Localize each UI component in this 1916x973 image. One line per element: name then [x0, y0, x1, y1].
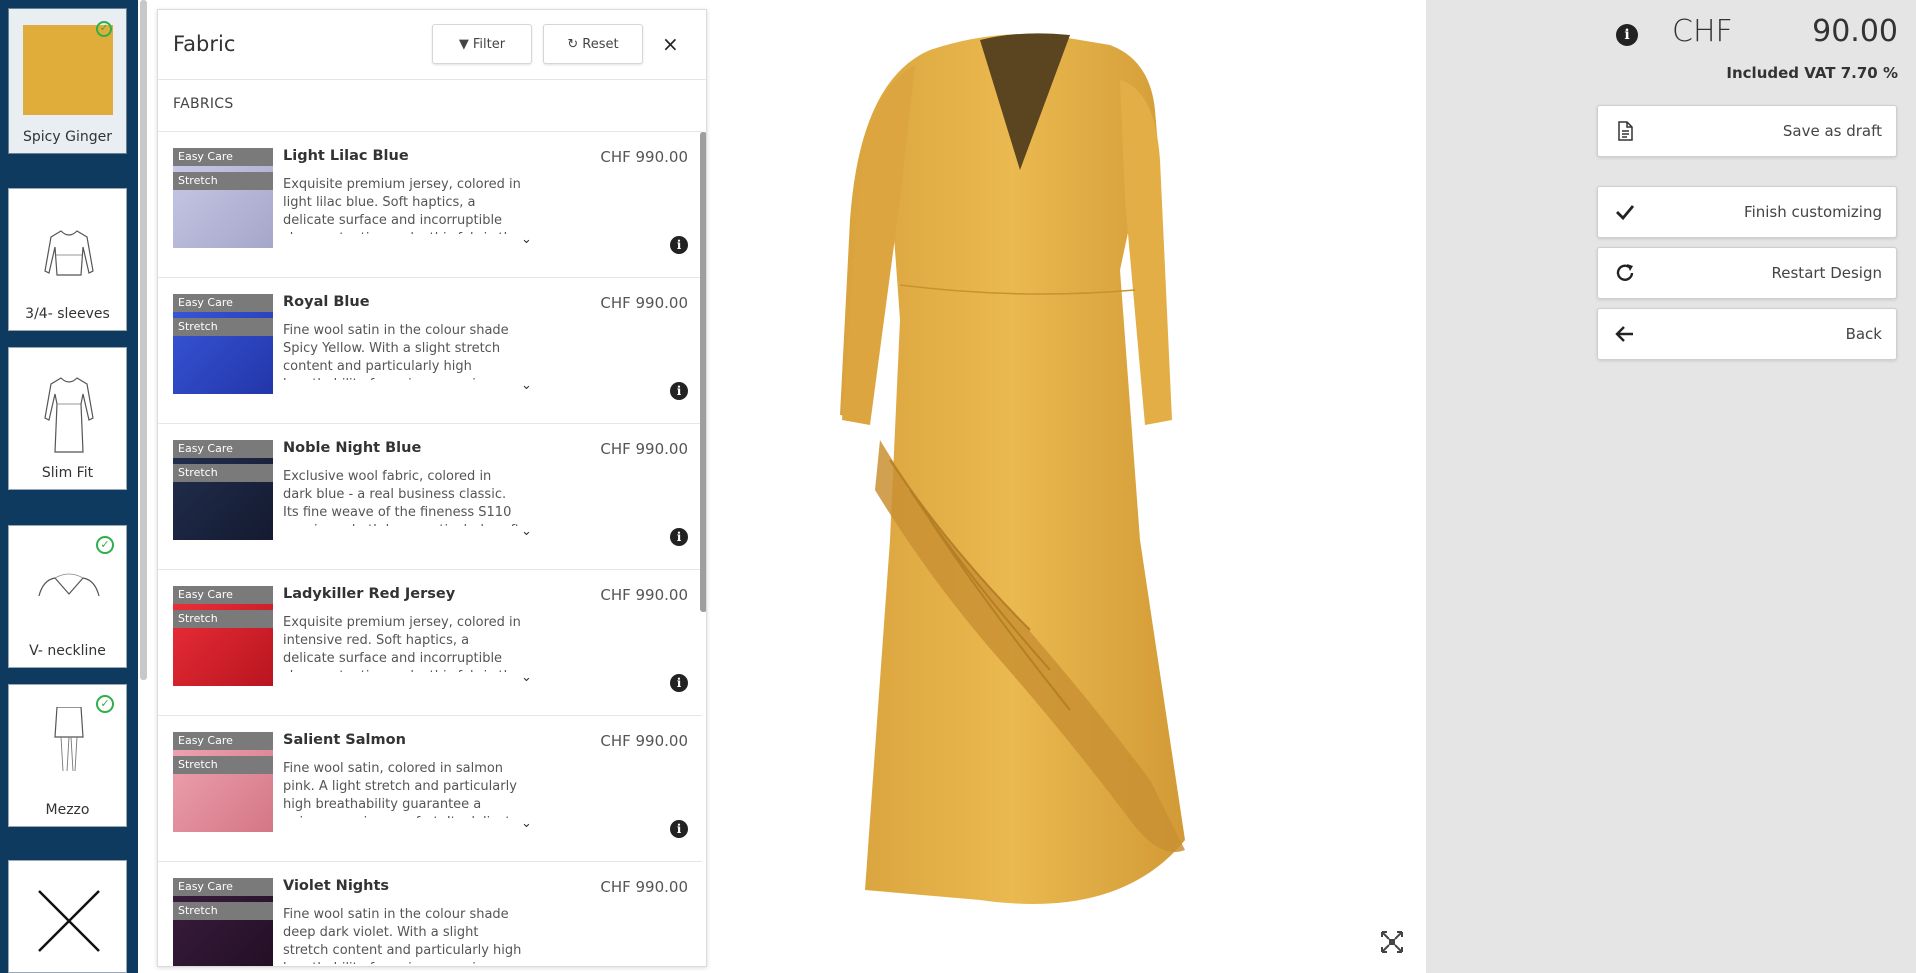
fabric-panel: Fabric ▼ Filter ↻ Reset × FABRICS Easy C…	[157, 9, 707, 967]
fabric-item[interactable]: Easy Care Stretch Noble Night Blue CHF 9…	[158, 423, 702, 569]
chevron-down-icon[interactable]: ⌄	[521, 232, 532, 247]
rail-item-label: V- neckline	[29, 643, 106, 659]
stretch-tag: Stretch	[173, 318, 273, 336]
info-icon[interactable]: i	[670, 236, 688, 254]
finish-customizing-label: Finish customizing	[1744, 203, 1882, 221]
rail-item-length[interactable]: ✓ Mezzo	[8, 684, 127, 827]
fabric-name: Salient Salmon	[283, 732, 406, 748]
fabric-name: Noble Night Blue	[283, 440, 422, 456]
filter-button-label: Filter	[472, 36, 506, 52]
fullscreen-icon[interactable]	[1380, 930, 1404, 954]
finish-customizing-button[interactable]: Finish customizing	[1597, 186, 1897, 238]
rail-item-label: Spicy Ginger	[23, 129, 112, 145]
fabric-description: Fine wool satin in the colour shade deep…	[283, 907, 522, 964]
rail-item-fabric-spicy-ginger[interactable]: ✓ Spicy Ginger	[8, 8, 127, 154]
mezzo-length-sketch-icon	[54, 707, 84, 772]
fabric-price: CHF 990.00	[600, 878, 688, 896]
selected-check-icon: ✓	[96, 21, 112, 37]
fabric-name: Violet Nights	[283, 878, 390, 894]
document-icon	[1618, 121, 1633, 141]
fabric-description: Exquisite premium jersey, colored in int…	[283, 615, 521, 672]
easy-care-tag: Easy Care	[173, 732, 273, 750]
stretch-tag: Stretch	[173, 464, 273, 482]
reset-button[interactable]: ↻ Reset	[543, 24, 643, 64]
chevron-down-icon[interactable]: ⌄	[521, 670, 532, 685]
x-none-icon	[38, 890, 100, 952]
section-label: FABRICS	[173, 96, 234, 112]
rail-item-neckline[interactable]: ✓ V- neckline	[8, 525, 127, 668]
fabric-name: Light Lilac Blue	[283, 148, 409, 164]
fabric-name: Royal Blue	[283, 294, 370, 310]
fabric-price: CHF 990.00	[600, 294, 688, 312]
easy-care-tag: Easy Care	[173, 294, 273, 312]
reset-button-label: Reset	[582, 36, 619, 52]
dress-preview[interactable]	[820, 20, 1280, 940]
fabric-swatch	[23, 25, 113, 115]
price-value: 90.00	[1812, 14, 1898, 49]
fabric-list: Easy Care Stretch Light Lilac Blue CHF 9…	[158, 131, 702, 966]
fabric-item[interactable]: Easy Care Stretch Light Lilac Blue CHF 9…	[158, 131, 702, 277]
fabric-price: CHF 990.00	[600, 732, 688, 750]
filter-icon: ▼	[458, 36, 469, 52]
restart-icon	[1616, 264, 1634, 281]
restart-design-button[interactable]: Restart Design	[1597, 247, 1897, 299]
chevron-down-icon[interactable]: ⌄	[521, 524, 532, 539]
arrow-left-icon	[1615, 326, 1633, 342]
filter-button[interactable]: ▼ Filter	[432, 24, 532, 64]
info-icon[interactable]: i	[670, 674, 688, 692]
info-icon[interactable]: i	[670, 528, 688, 546]
v-neckline-sketch-icon	[38, 573, 100, 597]
fabric-description: Exclusive wool fabric, colored in dark b…	[283, 469, 520, 526]
info-icon[interactable]: i	[1616, 24, 1638, 46]
stretch-tag: Stretch	[173, 756, 273, 774]
option-rail: ✓ Spicy Ginger 3/4- sleeves Slim Fit ✓ V…	[0, 0, 138, 973]
vat-note: Included VAT 7.70 %	[1726, 64, 1898, 82]
easy-care-tag: Easy Care	[173, 148, 273, 166]
back-label: Back	[1845, 325, 1882, 343]
rail-scrollbar[interactable]	[140, 0, 147, 680]
rail-item-sleeves[interactable]: 3/4- sleeves	[8, 188, 127, 331]
slim-fit-sketch-icon	[44, 377, 94, 453]
fabric-price: CHF 990.00	[600, 148, 688, 166]
panel-header: Fabric ▼ Filter ↻ Reset ×	[158, 10, 706, 80]
fabric-item[interactable]: Easy Care Stretch Salient Salmon CHF 990…	[158, 715, 702, 861]
fabric-description: Fine wool satin, colored in salmon pink.…	[283, 761, 518, 818]
easy-care-tag: Easy Care	[173, 440, 273, 458]
rail-item-label: 3/4- sleeves	[25, 306, 110, 322]
save-draft-label: Save as draft	[1782, 122, 1882, 140]
panel-scrollbar[interactable]	[700, 132, 706, 612]
fabric-description: Fine wool satin in the colour shade Spic…	[283, 323, 509, 380]
back-button[interactable]: Back	[1597, 308, 1897, 360]
fabric-name: Ladykiller Red Jersey	[283, 586, 456, 602]
stretch-tag: Stretch	[173, 172, 273, 190]
easy-care-tag: Easy Care	[173, 878, 273, 896]
save-draft-button[interactable]: Save as draft	[1597, 105, 1897, 157]
easy-care-tag: Easy Care	[173, 586, 273, 604]
price-currency: CHF	[1672, 14, 1733, 49]
info-icon[interactable]: i	[670, 820, 688, 838]
panel-title: Fabric	[173, 32, 236, 56]
fabric-price: CHF 990.00	[600, 440, 688, 458]
info-icon[interactable]: i	[670, 382, 688, 400]
checkmark-icon	[1616, 205, 1635, 221]
fabric-description: Exquisite premium jersey, colored in lig…	[283, 177, 521, 234]
rail-item-label: Mezzo	[45, 802, 90, 818]
fabric-item[interactable]: Easy Care Stretch Violet Nights CHF 990.…	[158, 861, 702, 966]
fabric-price: CHF 990.00	[600, 586, 688, 604]
stretch-tag: Stretch	[173, 902, 273, 920]
fabric-item[interactable]: Easy Care Stretch Ladykiller Red Jersey …	[158, 569, 702, 715]
chevron-down-icon[interactable]: ⌄	[521, 378, 532, 393]
summary-panel: i CHF 90.00 Included VAT 7.70 % Save as …	[1426, 0, 1916, 973]
rail-item-label: Slim Fit	[41, 465, 94, 481]
rail-item-slim-fit[interactable]: Slim Fit	[8, 347, 127, 490]
rail-item-none[interactable]	[8, 860, 127, 973]
close-icon[interactable]: ×	[662, 32, 679, 56]
sleeves-sketch-icon	[44, 230, 94, 276]
restart-design-label: Restart Design	[1771, 264, 1882, 282]
fabric-item[interactable]: Easy Care Stretch Royal Blue CHF 990.00 …	[158, 277, 702, 423]
stretch-tag: Stretch	[173, 610, 273, 628]
chevron-down-icon[interactable]: ⌄	[521, 816, 532, 831]
reset-icon: ↻	[567, 36, 579, 52]
